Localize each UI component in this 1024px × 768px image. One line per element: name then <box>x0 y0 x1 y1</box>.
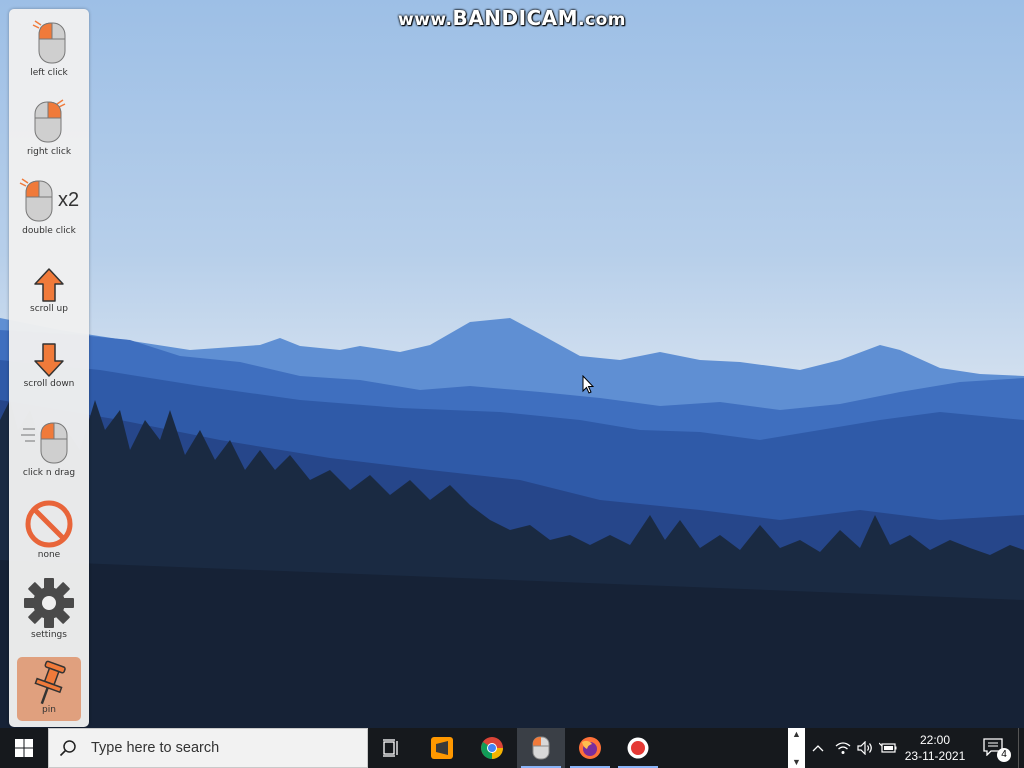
clock-date: 23-11-2021 <box>904 749 966 763</box>
tool-label: double click <box>22 226 76 236</box>
battery-tray-button[interactable] <box>877 728 899 768</box>
show-desktop-button[interactable] <box>1018 728 1024 768</box>
battery-charging-icon <box>879 742 897 753</box>
tool-left-click[interactable]: left click <box>9 17 89 78</box>
mouse-right-click-icon <box>34 99 66 143</box>
volume-tray-button[interactable] <box>855 728 875 768</box>
start-button[interactable] <box>0 728 48 768</box>
record-icon <box>627 737 649 759</box>
notification-count-badge: 4 <box>997 748 1011 762</box>
tool-label: settings <box>31 630 67 640</box>
tool-label: right click <box>26 147 72 157</box>
search-icon <box>59 740 76 757</box>
windows-logo-icon <box>15 739 33 757</box>
tool-label: none <box>37 550 61 560</box>
tool-label: scroll down <box>23 379 75 389</box>
sublime-text-icon <box>431 737 453 759</box>
mouse-drag-icon <box>21 422 68 464</box>
double-click-badge: x2 <box>58 189 80 211</box>
tool-none[interactable]: none <box>9 499 89 560</box>
chevron-down-icon[interactable]: ▼ <box>792 756 801 768</box>
taskbar: Type here to search ▲ ▼ 22:00 23-11-2021… <box>0 728 1024 768</box>
chrome-icon <box>481 737 503 759</box>
mouse-cursor-icon <box>582 374 595 400</box>
task-view-icon <box>383 739 398 757</box>
bandicam-watermark: www.BANDICAM.com <box>0 6 1024 30</box>
network-tray-button[interactable] <box>832 728 854 768</box>
tool-double-click[interactable]: x2 double click <box>9 175 89 236</box>
taskbar-app-sublime-text[interactable] <box>418 728 466 768</box>
tool-label: left click <box>30 68 68 78</box>
show-hidden-icons-button[interactable] <box>808 728 828 768</box>
mouse-left-click-icon <box>32 20 66 64</box>
system-clock[interactable]: 22:00 23-11-2021 <box>900 728 970 768</box>
tool-scroll-up[interactable]: scroll up <box>9 267 89 314</box>
notification-center-button[interactable]: 4 <box>976 728 1012 768</box>
wifi-icon <box>835 742 851 754</box>
tool-label: click n drag <box>22 468 76 478</box>
watermark-suffix: .com <box>578 10 626 30</box>
clock-time: 22:00 <box>919 733 951 747</box>
watermark-brand: BANDICAM <box>452 6 579 30</box>
desktop-wallpaper[interactable] <box>0 0 1024 728</box>
tool-click-n-drag[interactable]: click n drag <box>9 417 89 478</box>
prohibited-icon <box>25 500 73 548</box>
search-placeholder: Type here to search <box>91 740 220 756</box>
firefox-icon <box>579 737 601 759</box>
tool-pin[interactable]: pin <box>17 657 81 721</box>
chevron-up-icon <box>812 745 824 752</box>
arrow-up-icon <box>34 268 64 302</box>
taskbar-app-recorder[interactable] <box>614 728 662 768</box>
taskbar-app-firefox[interactable] <box>566 728 614 768</box>
speaker-icon <box>857 741 872 755</box>
taskbar-app-mouse-tool[interactable] <box>517 728 565 768</box>
mouse-double-click-icon <box>19 178 53 222</box>
tool-scroll-down[interactable]: scroll down <box>9 342 89 389</box>
tool-label: scroll up <box>30 304 68 314</box>
search-input[interactable]: Type here to search <box>48 728 368 768</box>
gear-icon <box>24 578 74 628</box>
tool-label: pin <box>42 705 56 715</box>
arrow-down-icon <box>34 343 64 377</box>
taskbar-app-chrome[interactable] <box>468 728 516 768</box>
click-tool-panel: left click right click x2 double click s… <box>9 9 89 727</box>
chevron-up-icon[interactable]: ▲ <box>792 728 801 740</box>
watermark-prefix: www. <box>398 10 453 30</box>
taskbar-scroll-buttons[interactable]: ▲ ▼ <box>788 728 805 768</box>
mouse-app-icon <box>532 736 550 760</box>
pushpin-icon <box>34 660 66 705</box>
mountain-landscape <box>0 0 1024 728</box>
tool-right-click[interactable]: right click <box>9 96 89 157</box>
task-view-button[interactable] <box>368 728 416 768</box>
tool-settings[interactable]: settings <box>9 577 89 640</box>
